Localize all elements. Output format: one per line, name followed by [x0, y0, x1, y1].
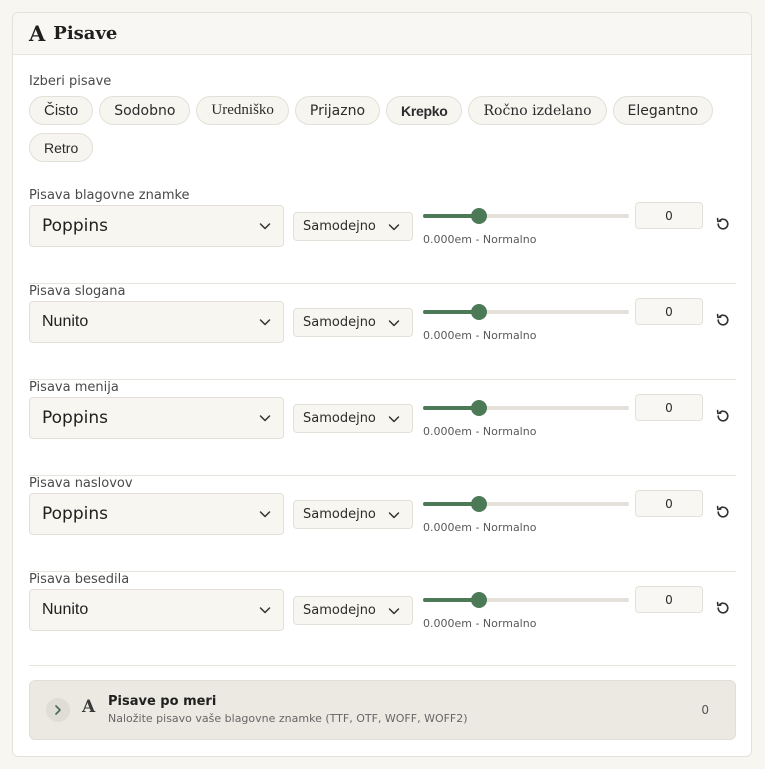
reset-icon	[716, 601, 729, 614]
font-family-value: Poppins	[42, 408, 108, 428]
preset-chip-modern[interactable]: Sodobno	[99, 96, 191, 125]
font-row: Pisava blagovne znamke Poppins Samodejno…	[29, 188, 736, 284]
font-weight-select[interactable]: Samodejno	[293, 308, 413, 337]
preset-chip-clean[interactable]: Čisto	[29, 96, 94, 125]
font-weight-select[interactable]: Samodejno	[293, 596, 413, 625]
chevron-down-icon	[259, 415, 271, 422]
font-weight-select[interactable]: Samodejno	[293, 500, 413, 529]
preset-chip-editorial[interactable]: Uredniško	[196, 96, 289, 125]
slider-thumb[interactable]	[471, 400, 487, 416]
slider-thumb[interactable]	[471, 304, 487, 320]
letter-spacing-slider[interactable]	[423, 208, 629, 224]
custom-fonts-subtitle: Naložite pisavo vaše blagovne znamke (TT…	[108, 712, 468, 725]
font-row: Pisava naslovov Poppins Samodejno 0.000e…	[29, 476, 736, 572]
preset-chip-bold[interactable]: Krepko	[386, 96, 463, 125]
reset-icon	[716, 409, 729, 422]
preset-chip-retro[interactable]: Retro	[29, 133, 94, 162]
preset-chips: Čisto Sodobno Uredniško Prijazno Krepko …	[29, 96, 729, 162]
letter-spacing-input[interactable]	[635, 394, 703, 421]
font-family-select[interactable]: Poppins	[29, 205, 284, 247]
letter-spacing-slider[interactable]	[423, 496, 629, 512]
letter-spacing-slider[interactable]	[423, 400, 629, 416]
chevron-down-icon	[259, 511, 271, 518]
font-family-value: Nunito	[42, 601, 89, 618]
font-family-select[interactable]: Poppins	[29, 493, 284, 535]
reset-button[interactable]	[715, 504, 731, 520]
reset-button[interactable]	[715, 600, 731, 616]
reset-icon	[716, 505, 729, 518]
font-family-select[interactable]: Nunito	[29, 301, 284, 343]
letter-spacing-input[interactable]	[635, 586, 703, 613]
font-weight-select[interactable]: Samodejno	[293, 212, 413, 241]
font-family-value: Poppins	[42, 504, 108, 524]
font-family-select[interactable]: Poppins	[29, 397, 284, 439]
expand-button[interactable]	[46, 698, 70, 722]
font-family-value: Poppins	[42, 216, 108, 236]
reset-button[interactable]	[715, 216, 731, 232]
reset-button[interactable]	[715, 312, 731, 328]
panel-title: Pisave	[53, 23, 118, 44]
chevron-down-icon	[388, 607, 400, 614]
chevron-down-icon	[259, 223, 271, 230]
font-row-label: Pisava slogana	[29, 284, 126, 299]
letter-spacing-slider[interactable]	[423, 592, 629, 608]
letter-spacing-readout: 0.000em - Normalno	[423, 329, 537, 342]
chevron-right-icon	[55, 705, 61, 715]
letter-spacing-input[interactable]	[635, 298, 703, 325]
font-family-value: Nunito	[42, 313, 89, 330]
custom-fonts-title: Pisave po meri	[108, 694, 217, 709]
reset-button[interactable]	[715, 408, 731, 424]
font-weight-value: Samodejno	[303, 411, 376, 426]
letter-spacing-readout: 0.000em - Normalno	[423, 521, 537, 534]
letter-spacing-input[interactable]	[635, 490, 703, 517]
fonts-panel: A Pisave Izberi pisave Čisto Sodobno Ure…	[12, 12, 752, 757]
preset-chip-friendly[interactable]: Prijazno	[294, 96, 381, 125]
preset-chip-handmade[interactable]: Ročno izdelano	[468, 96, 607, 125]
chevron-down-icon	[388, 511, 400, 518]
font-weight-select[interactable]: Samodejno	[293, 404, 413, 433]
font-weight-value: Samodejno	[303, 219, 376, 234]
slider-thumb[interactable]	[471, 592, 487, 608]
font-icon: A	[82, 697, 96, 717]
letter-spacing-readout: 0.000em - Normalno	[423, 617, 537, 630]
custom-fonts-count: 0	[701, 703, 709, 717]
panel-header: A Pisave	[13, 13, 751, 55]
chevron-down-icon	[259, 607, 271, 614]
font-row-label: Pisava besedila	[29, 572, 130, 587]
font-row: Pisava besedila Nunito Samodejno 0.000em…	[29, 572, 736, 666]
font-row-label: Pisava naslovov	[29, 476, 133, 491]
font-family-select[interactable]: Nunito	[29, 589, 284, 631]
font-weight-value: Samodejno	[303, 603, 376, 618]
chevron-down-icon	[259, 319, 271, 326]
letter-spacing-readout: 0.000em - Normalno	[423, 233, 537, 246]
presets-label: Izberi pisave	[29, 74, 112, 89]
chevron-down-icon	[388, 223, 400, 230]
slider-thumb[interactable]	[471, 496, 487, 512]
font-weight-value: Samodejno	[303, 315, 376, 330]
chevron-down-icon	[388, 319, 400, 326]
font-icon: A	[29, 21, 46, 46]
font-weight-value: Samodejno	[303, 507, 376, 522]
preset-chip-elegant[interactable]: Elegantno	[612, 96, 714, 125]
font-row-label: Pisava blagovne znamke	[29, 188, 190, 203]
font-row: Pisava slogana Nunito Samodejno 0.000em …	[29, 284, 736, 380]
letter-spacing-input[interactable]	[635, 202, 703, 229]
font-row-label: Pisava menija	[29, 380, 119, 395]
custom-fonts-section[interactable]: A Pisave po meri Naložite pisavo vaše bl…	[29, 680, 736, 740]
letter-spacing-slider[interactable]	[423, 304, 629, 320]
font-row: Pisava menija Poppins Samodejno 0.000em …	[29, 380, 736, 476]
reset-icon	[716, 313, 729, 326]
chevron-down-icon	[388, 415, 400, 422]
slider-thumb[interactable]	[471, 208, 487, 224]
letter-spacing-readout: 0.000em - Normalno	[423, 425, 537, 438]
reset-icon	[716, 217, 729, 230]
